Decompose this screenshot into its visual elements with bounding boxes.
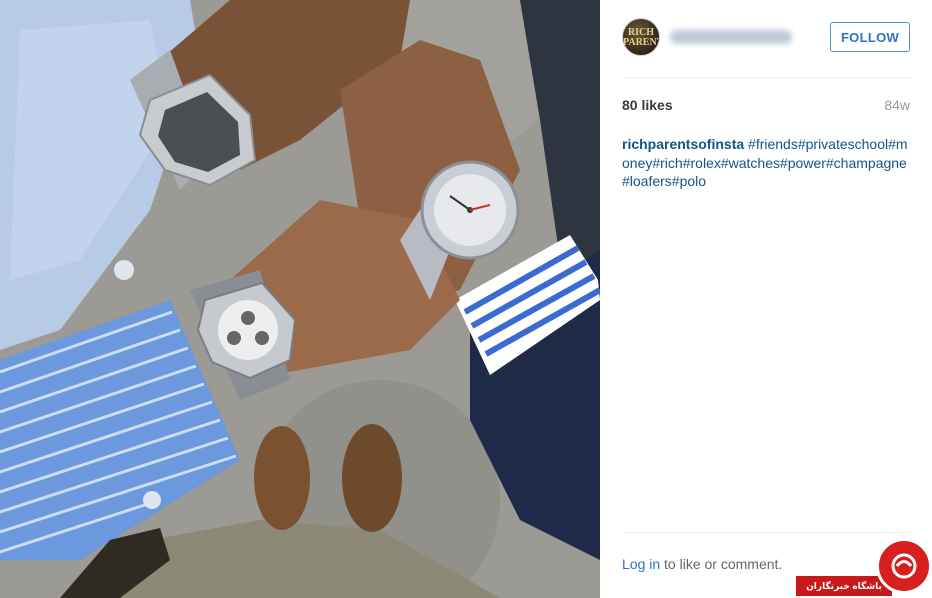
post-age[interactable]: 84w xyxy=(884,97,910,113)
likes-count[interactable]: 80 likes xyxy=(622,97,673,113)
watermark-label: باشگاه خبرنگاران xyxy=(796,576,892,596)
post-details-panel: RICH PARENTS FOLLOW 80 likes 84w richpar… xyxy=(600,0,932,598)
photo-illustration xyxy=(0,0,600,598)
login-link[interactable]: Log in xyxy=(622,556,660,572)
login-prompt-text: to like or comment. xyxy=(660,556,783,572)
post-caption: richparentsofinsta #friends#privateschoo… xyxy=(622,135,912,191)
post-photo[interactable] xyxy=(0,0,600,598)
avatar-logo-text: RICH PARENTS xyxy=(623,27,659,48)
footer-divider xyxy=(622,532,910,533)
caption-author[interactable]: richparentsofinsta xyxy=(622,136,744,152)
watermark: باشگاه خبرنگاران xyxy=(796,538,932,598)
login-prompt: Log in to like or comment. xyxy=(622,556,782,572)
post-header: RICH PARENTS FOLLOW xyxy=(622,18,910,58)
username-blurred[interactable] xyxy=(670,30,792,44)
header-divider xyxy=(622,77,910,78)
follow-button[interactable]: FOLLOW xyxy=(830,22,910,52)
avatar[interactable]: RICH PARENTS xyxy=(622,18,660,56)
news-agency-logo-icon xyxy=(876,538,932,594)
